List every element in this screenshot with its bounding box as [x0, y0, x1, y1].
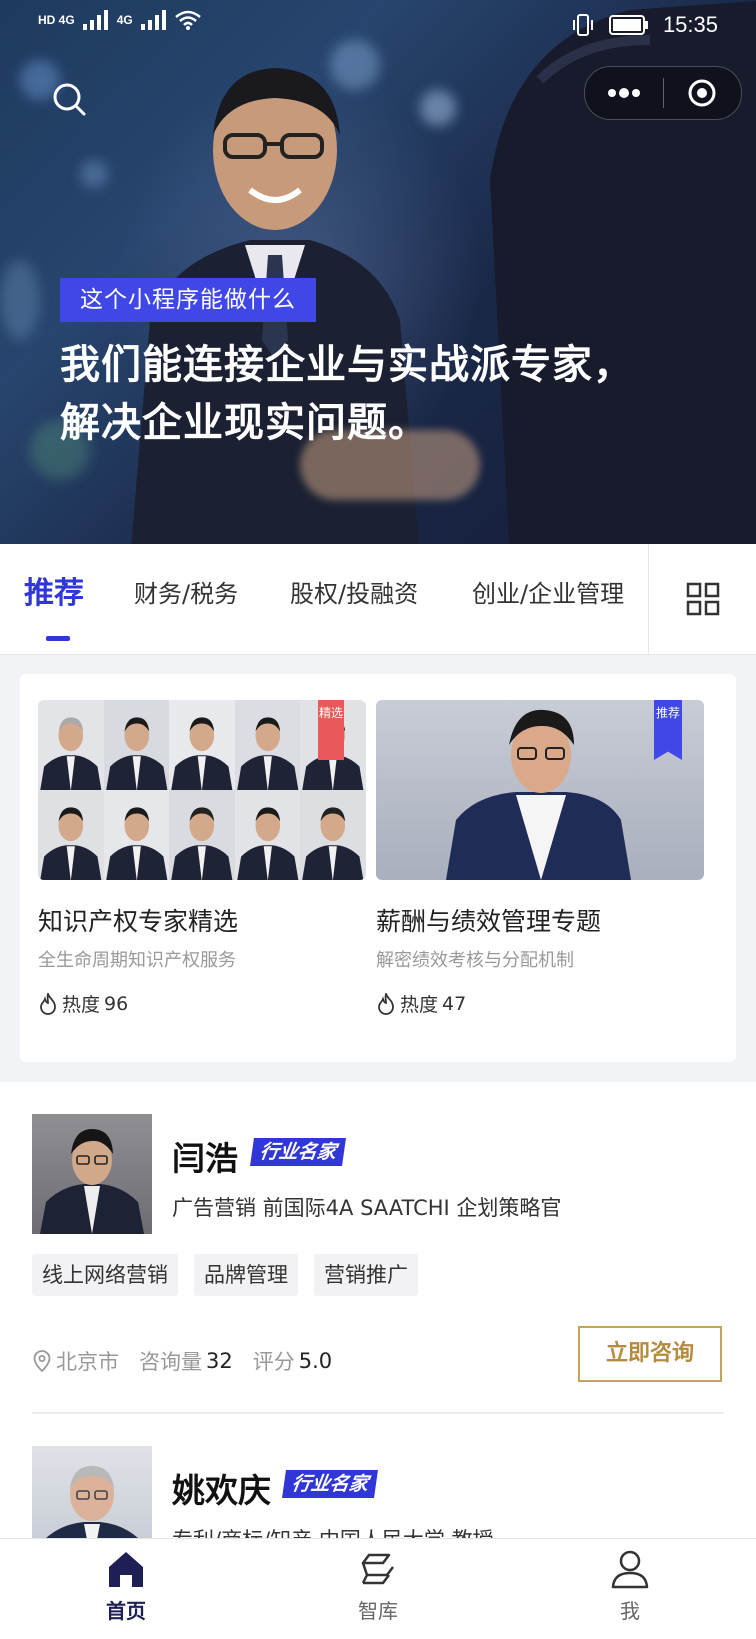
grid-icon [686, 582, 720, 616]
expert-collage-image: 精选 [38, 700, 366, 880]
topic-heat: 热度 47 [376, 990, 704, 1017]
featured-badge: 精选 [318, 700, 344, 760]
nav-label: 我 [620, 1599, 640, 1623]
topic-heat: 热度 96 [38, 990, 366, 1017]
close-miniprogram-button[interactable] [664, 67, 742, 119]
hero-title-line: 解决企业现实问题。 [60, 400, 429, 446]
skill-tag[interactable]: 品牌管理 [194, 1254, 298, 1296]
expert-description: 专利/商标/知产 中国人民大学 教授 [172, 1524, 494, 1538]
list-divider [32, 1412, 724, 1414]
home-icon [109, 1552, 143, 1587]
expert-name: 姚欢庆 [172, 1471, 271, 1510]
all-categories-button[interactable] [648, 544, 756, 654]
more-button[interactable] [585, 67, 663, 119]
expert-meta: 北京市 咨询量 32 评分 5.0 [32, 1346, 332, 1376]
expert-thumbnail [234, 700, 301, 790]
heat-label: 热度 [62, 994, 101, 1016]
flame-icon [378, 992, 394, 1015]
bokeh-light [80, 160, 108, 188]
think-tank-icon [361, 1553, 394, 1585]
tab-recommend[interactable]: 推荐 [24, 568, 84, 612]
nav-home[interactable]: 首页 [0, 1539, 252, 1639]
more-dots-icon [607, 88, 640, 98]
topic-card[interactable]: 推荐 薪酬与绩效管理专题 解密绩效考核与分配机制 热度 47 [376, 700, 704, 1017]
battery-icon [608, 15, 648, 35]
expert-card[interactable]: 姚欢庆 行业名家 专利/商标/知产 中国人民大学 教授 [32, 1446, 724, 1538]
clock: 15:35 [662, 12, 718, 37]
hero-title: 我们能连接企业与实战派专家， 解决企业现实问题。 [60, 336, 720, 452]
tab-finance-tax[interactable]: 财务/税务 [134, 574, 238, 609]
network-indicator-2: 4G [116, 13, 133, 27]
expert-name: 闫浩 [172, 1139, 238, 1178]
signal-icon [82, 10, 108, 30]
score-label: 评分 [252, 1350, 295, 1374]
topic-cards-section: 精选 知识产权专家精选 全生命周期知识产权服务 热度 96 推荐 薪酬与绩效管理… [20, 674, 736, 1062]
user-icon [611, 1550, 649, 1589]
nav-label: 首页 [106, 1599, 146, 1623]
wifi-icon [174, 10, 201, 30]
active-tab-indicator [46, 636, 70, 641]
rank-badge: 行业名家 [282, 1470, 378, 1498]
skill-tag[interactable]: 线上网络营销 [32, 1254, 178, 1296]
heat-value: 96 [104, 992, 129, 1015]
topic-card[interactable]: 精选 知识产权专家精选 全生命周期知识产权服务 热度 96 [38, 700, 366, 1017]
flame-icon [40, 992, 56, 1015]
tab-startup-management[interactable]: 创业/企业管理 [472, 574, 624, 609]
rank-badge: 行业名家 [250, 1138, 346, 1166]
hero-tag: 这个小程序能做什么 [60, 278, 316, 322]
hero-title-line: 我们能连接企业与实战派专家， [60, 342, 634, 388]
skill-tag[interactable]: 营销推广 [314, 1254, 418, 1296]
category-tabs: 推荐 财务/税务 股权/投融资 创业/企业管理 [0, 544, 756, 655]
signal-icon [140, 10, 166, 30]
expert-portrait-image: 推荐 [376, 700, 704, 880]
expert-thumbnail [103, 700, 170, 790]
avatar-portrait [46, 1466, 138, 1538]
expert-thumbnail [38, 700, 104, 790]
avatar [32, 1446, 152, 1538]
location-pin-icon [33, 1350, 51, 1373]
topic-subtitle: 解密绩效考核与分配机制 [376, 950, 574, 971]
nav-me[interactable]: 我 [504, 1539, 756, 1639]
consult-now-button[interactable]: 立即咨询 [578, 1326, 722, 1382]
miniprogram-capsule [584, 66, 742, 120]
avatar [32, 1114, 152, 1234]
expert-city: 北京市 [56, 1350, 119, 1374]
topic-subtitle: 全生命周期知识产权服务 [38, 950, 236, 971]
avatar-portrait [40, 1129, 144, 1234]
consult-count-label: 咨询量 [139, 1350, 202, 1374]
status-bar: HD 4G 4G 15:35 [0, 0, 756, 52]
expert-thumbnail [103, 790, 170, 880]
topic-title: 知识产权专家精选 [38, 907, 239, 936]
expert-tags: 线上网络营销 品牌管理 营销推广 [32, 1254, 418, 1296]
topic-title: 薪酬与绩效管理专题 [376, 907, 602, 936]
target-circle-icon [688, 79, 716, 107]
expert-thumbnail [38, 790, 104, 880]
search-button[interactable] [50, 80, 90, 120]
network-indicator: HD 4G [38, 13, 75, 27]
tab-equity-financing[interactable]: 股权/投融资 [290, 574, 418, 609]
bokeh-light [0, 260, 40, 340]
search-icon [53, 83, 86, 116]
score-value: 5.0 [298, 1349, 333, 1373]
expert-card[interactable]: 闫浩 行业名家 广告营销 前国际4A SAATCHI 企划策略官 线上网络营销 … [32, 1114, 724, 1404]
bottom-navigation: 首页 智库 我 [0, 1538, 756, 1639]
heat-label: 热度 [400, 994, 439, 1016]
heat-value: 47 [442, 992, 467, 1015]
vibrate-icon [572, 14, 593, 36]
consult-count: 32 [206, 1349, 233, 1373]
expert-description: 广告营销 前国际4A SAATCHI 企划策略官 [172, 1196, 562, 1220]
expert-thumbnail [169, 700, 235, 790]
expert-thumbnail [300, 790, 366, 880]
expert-thumbnail [234, 790, 301, 880]
recommend-badge: 推荐 [654, 700, 682, 760]
nav-label: 智库 [358, 1599, 398, 1623]
expert-thumbnail [169, 790, 235, 880]
portrait-grid [38, 700, 366, 880]
hero-banner[interactable]: HD 4G 4G 15:35 这个小程序能做什么 我们能连接企业与实战派专家， … [0, 0, 756, 544]
nav-think-tank[interactable]: 智库 [252, 1539, 504, 1639]
